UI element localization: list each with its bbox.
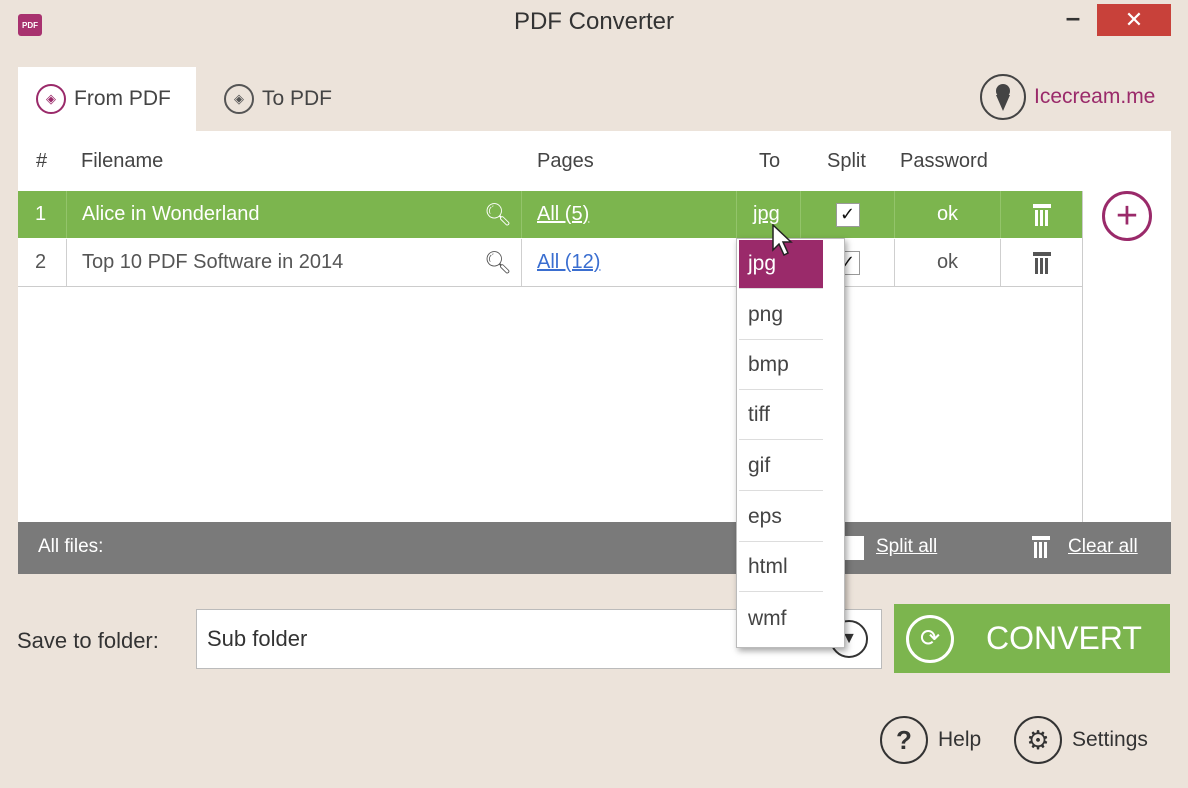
from-pdf-icon: ◈ (36, 84, 66, 114)
col-header-filename: Filename (81, 150, 164, 172)
close-button[interactable]: ✕ (1097, 4, 1171, 36)
column-divider (1082, 191, 1083, 522)
format-option-eps[interactable]: eps (739, 493, 823, 542)
refresh-icon: ⟳ (906, 614, 954, 663)
all-files-bar: All files: Split all Clear all (18, 522, 1171, 574)
mouse-cursor-icon (772, 224, 793, 257)
row-filename: Alice in Wonderland (66, 191, 522, 238)
window-title: PDF Converter (513, 8, 675, 35)
file-list-panel (18, 131, 1171, 522)
row-password[interactable]: ok (894, 191, 1000, 238)
row-num: 1 (35, 203, 47, 225)
trash-icon[interactable] (1032, 203, 1051, 226)
tab-from-pdf[interactable]: ◈ From PDF (36, 84, 171, 114)
add-file-button[interactable]: + (1102, 191, 1152, 241)
format-dropdown: jpg png bmp tiff gif eps html wmf (736, 238, 845, 648)
save-folder-label: Save to folder: (17, 628, 159, 653)
tab-from-pdf-label: From PDF (74, 87, 171, 110)
format-option-png[interactable]: png (739, 291, 823, 340)
row-pages-link[interactable]: All (12) (537, 251, 600, 274)
all-files-label: All files: (38, 536, 104, 557)
format-option-bmp[interactable]: bmp (739, 341, 823, 390)
split-all-link[interactable]: Split all (876, 536, 937, 558)
row-filename: Top 10 PDF Software in 2014 (66, 239, 522, 286)
settings-label: Settings (1072, 728, 1148, 751)
tab-to-pdf[interactable]: ◈ To PDF (224, 84, 332, 114)
trash-icon[interactable] (1032, 251, 1051, 274)
help-label: Help (938, 728, 982, 751)
settings-button[interactable]: ⚙ Settings (1014, 716, 1148, 764)
split-all-checkbox[interactable] (844, 536, 864, 560)
question-icon: ? (880, 716, 928, 764)
clear-all-link[interactable]: Clear all (1068, 536, 1138, 558)
row-split-checkbox[interactable]: ✓ (835, 202, 860, 227)
to-pdf-icon: ◈ (224, 84, 254, 114)
col-header-to: To (759, 150, 781, 172)
format-option-gif[interactable]: gif (739, 442, 823, 491)
table-row[interactable]: 2 Top 10 PDF Software in 2014 🔍︎ All (12… (18, 239, 1082, 287)
row-pages-link[interactable]: All (5) (537, 203, 589, 226)
preview-search-icon[interactable]: 🔍︎ (484, 191, 512, 238)
convert-label: CONVERT (986, 620, 1142, 656)
icecream-label: Icecream.me (1034, 85, 1156, 108)
format-option-wmf[interactable]: wmf (739, 594, 823, 643)
col-header-pages: Pages (537, 150, 594, 172)
row-num: 2 (35, 251, 47, 273)
format-option-tiff[interactable]: tiff (739, 391, 823, 440)
convert-button[interactable]: ⟳ CONVERT (894, 604, 1170, 673)
minimize-button[interactable]: – (1050, 0, 1096, 34)
col-header-password: Password (900, 150, 988, 172)
table-row[interactable]: 1 Alice in Wonderland 🔍︎ All (5) jpg ✓ o… (18, 191, 1082, 238)
tab-to-pdf-label: To PDF (262, 87, 333, 110)
row-format-select[interactable]: jpg (753, 203, 780, 226)
icecream-cone-icon (980, 74, 1026, 120)
row-password[interactable]: ok (894, 239, 1000, 286)
format-option-html[interactable]: html (739, 543, 823, 592)
col-header-num: # (36, 150, 48, 172)
col-header-split: Split (827, 150, 866, 172)
help-button[interactable]: ? Help (880, 716, 981, 764)
preview-search-icon[interactable]: 🔍︎ (484, 239, 512, 286)
icecream-link[interactable]: Icecream.me (980, 74, 1155, 120)
gear-icon: ⚙ (1014, 716, 1062, 764)
